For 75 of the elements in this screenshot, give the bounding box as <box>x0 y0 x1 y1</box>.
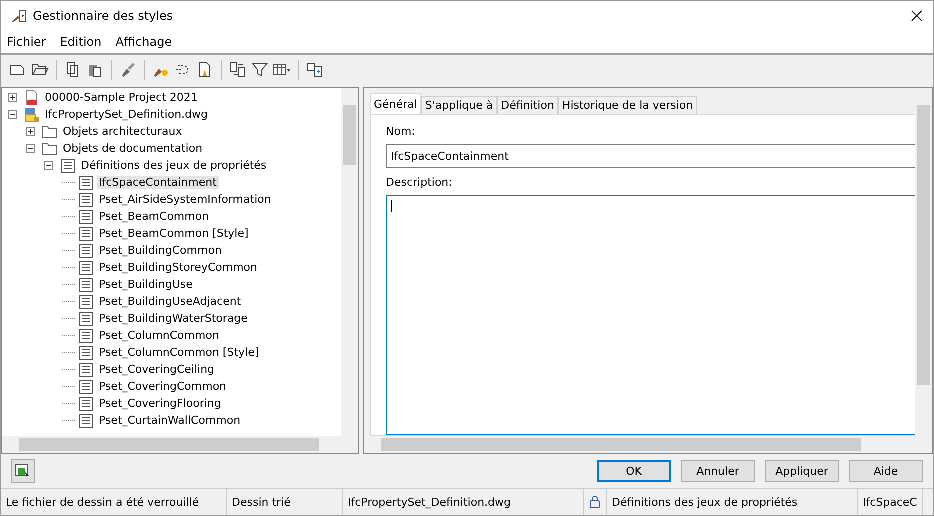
name-field[interactable]: IfcSpaceContainment <box>386 144 915 168</box>
brush-icon[interactable] <box>119 61 137 79</box>
menu-item[interactable]: Fichier <box>7 35 46 49</box>
tree-item[interactable]: Pset_BuildingWaterStorage <box>97 312 250 325</box>
tab[interactable]: Définition <box>497 96 558 114</box>
scrollbar[interactable] <box>2 436 358 453</box>
tree-item[interactable]: IfcPropertySet_Definition.dwg <box>43 108 210 121</box>
tree-item[interactable]: 00000-Sample Project 2021 <box>43 91 200 104</box>
list-icon <box>78 378 94 394</box>
list-icon <box>78 396 94 412</box>
collapse-icon[interactable] <box>44 161 53 170</box>
list-icon <box>78 192 94 208</box>
list-icon <box>78 310 94 326</box>
tab[interactable]: S'applique à <box>421 96 498 114</box>
tree-item[interactable]: Pset_CoveringCommon <box>97 380 229 393</box>
dialog-button[interactable]: Annuler <box>681 460 755 482</box>
lock-icon <box>589 495 601 509</box>
folder-icon <box>42 140 58 156</box>
tree-item[interactable]: Objets de documentation <box>61 142 205 155</box>
list-icon <box>78 208 94 224</box>
list-icon <box>78 362 94 378</box>
tree-item[interactable]: Pset_ColumnCommon [Style] <box>97 346 262 359</box>
dialog-button[interactable]: Appliquer <box>765 460 839 482</box>
status-text: Dessin trié <box>227 489 343 515</box>
style-manager-icon <box>11 8 27 24</box>
dialog-button[interactable]: Aide <box>849 460 923 482</box>
list-icon <box>78 226 94 242</box>
menu-item[interactable]: Affichage <box>116 35 172 49</box>
list-icon <box>78 294 94 310</box>
field-label: Nom: <box>386 125 416 138</box>
tree-item[interactable]: Pset_CurtainWallCommon <box>97 414 243 427</box>
tab[interactable]: Historique de la version <box>558 96 698 114</box>
list-icon <box>60 158 76 174</box>
expand-icon[interactable] <box>8 93 17 102</box>
tree-item[interactable]: Définitions des jeux de propriétés <box>79 159 269 172</box>
status-text: IfcSpaceC <box>858 489 924 515</box>
tree-item[interactable]: Pset_CoveringFlooring <box>97 397 224 410</box>
preview-icon <box>15 463 31 479</box>
collapse-icon[interactable] <box>26 144 35 153</box>
tree-item[interactable]: Pset_CoveringCeiling <box>97 363 217 376</box>
status-text: Définitions des jeux de propriétés <box>607 489 858 515</box>
tree-item[interactable]: Pset_BuildingStoreyCommon <box>97 261 260 274</box>
tree-item[interactable]: Pset_BuildingUseAdjacent <box>97 295 244 308</box>
tree-item[interactable]: Pset_BeamCommon [Style] <box>97 227 251 240</box>
list-icon <box>78 260 94 276</box>
expand-icon[interactable] <box>26 127 35 136</box>
tree-item[interactable]: IfcSpaceContainment <box>97 176 219 189</box>
folder-icon <box>42 124 58 140</box>
dialog-button[interactable]: OK <box>597 460 671 482</box>
preview-button[interactable] <box>11 459 35 483</box>
tab[interactable]: Général <box>370 93 422 114</box>
status-text: Le fichier de dessin a été verrouillé <box>1 489 227 515</box>
project-file-icon <box>24 90 40 106</box>
tree-item[interactable]: Pset_ColumnCommon <box>97 329 222 342</box>
description-field[interactable] <box>386 195 915 435</box>
tree-item[interactable]: Pset_BuildingCommon <box>97 244 224 257</box>
list-icon <box>78 328 94 344</box>
list-icon <box>78 412 94 428</box>
status-text: IfcPropertySet_Definition.dwg <box>343 489 584 515</box>
list-icon <box>78 174 94 190</box>
list-icon <box>78 276 94 292</box>
collapse-icon[interactable] <box>8 110 17 119</box>
tree-item[interactable]: Pset_AirSideSystemInformation <box>97 193 274 206</box>
tree-item[interactable]: Objets architecturaux <box>61 125 184 138</box>
window-title: Gestionnaire des styles <box>33 9 174 23</box>
tree-item[interactable]: Pset_BuildingUse <box>97 278 195 291</box>
tree-item[interactable]: Pset_BeamCommon <box>97 210 212 223</box>
filter-icon[interactable] <box>251 61 269 79</box>
menu-item[interactable]: Edition <box>60 35 102 49</box>
list-icon <box>78 344 94 360</box>
compare-icon[interactable] <box>229 61 247 79</box>
scrollbar[interactable] <box>341 88 358 436</box>
list-icon <box>78 242 94 258</box>
field-label: Description: <box>386 176 454 189</box>
close-icon[interactable] <box>911 10 923 22</box>
